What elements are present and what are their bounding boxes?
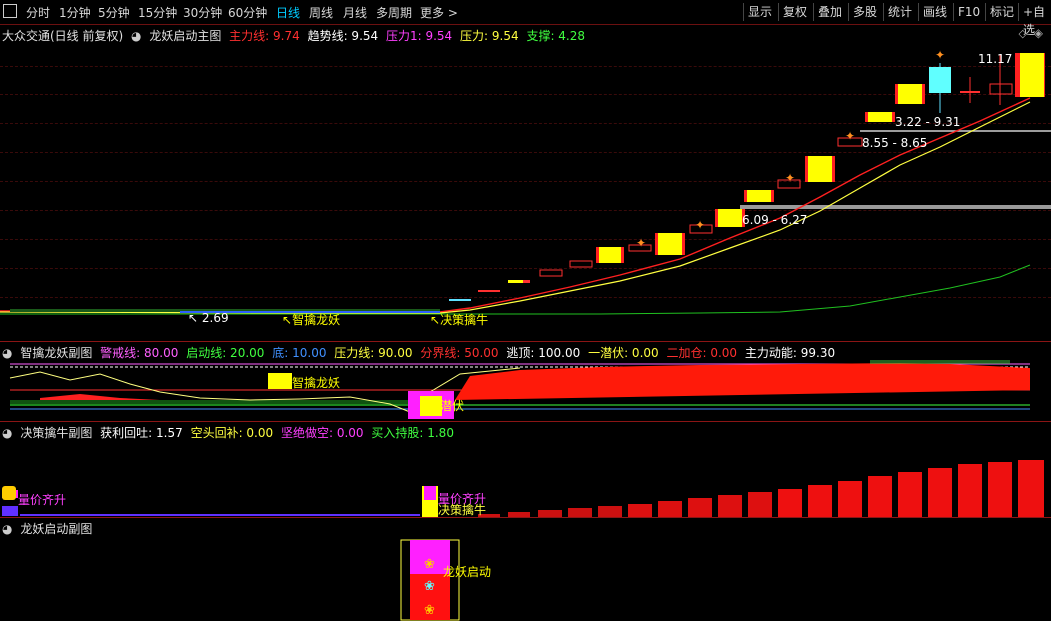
svg-text:✦: ✦ (636, 236, 646, 250)
main-chart-panel[interactable]: 大众交通(日线 前复权) ◕ 龙妖启动主图 主力线: 9.74 趋势线: 9.5… (0, 25, 1051, 340)
signal-label-1: ↖智擒龙妖 (282, 311, 340, 328)
period-1min[interactable]: 1分钟 (59, 4, 91, 21)
sub2-chart (2, 460, 1044, 518)
btn-f10[interactable]: F10 (953, 3, 984, 21)
low-price-value: 2.69 (201, 311, 229, 325)
range-label-3: 6.09 - 6.27 (742, 213, 808, 227)
sub2-signal-1: 量价齐升 (18, 493, 67, 507)
period-60min[interactable]: 60分钟 (228, 4, 267, 21)
btn-adjust[interactable]: 复权 (778, 3, 811, 21)
btn-mark[interactable]: 标记 (985, 3, 1018, 21)
sub1-chart (9, 360, 1030, 419)
period-15min[interactable]: 15分钟 (138, 4, 177, 21)
signal-text-1: 智擒龙妖 (292, 313, 341, 327)
btn-draw[interactable]: 画线 (918, 3, 951, 21)
period-more-label: 更多 (420, 6, 445, 20)
arrow-icon: ↖ (430, 313, 441, 327)
sub1-signal-2: 潜伏 (440, 399, 465, 413)
svg-text:✦: ✦ (935, 48, 945, 62)
period-30min[interactable]: 30分钟 (183, 4, 222, 21)
main-price-chart: ✦ ✦ ✦ ✦ ✦ (0, 48, 1051, 315)
btn-stats[interactable]: 统计 (883, 3, 916, 21)
high-price-label: 11.17 (978, 52, 1013, 66)
arrow-icon: ↖ (282, 313, 293, 327)
chevron-right-icon: > (444, 6, 458, 20)
range-label-1: 3.22 - 9.31 (895, 115, 961, 129)
low-price-label: ↖ 2.69 (188, 311, 229, 325)
btn-display[interactable]: 显示 (743, 3, 776, 21)
arrow-icon: ↖ (188, 311, 202, 325)
period-tick[interactable]: 分时 (26, 4, 50, 21)
svg-text:✦: ✦ (695, 218, 705, 232)
sub3-signal: 龙妖启动 (443, 565, 492, 579)
sub3-chart: ❀ ❀ ❀ (400, 539, 460, 621)
period-weekly[interactable]: 周线 (309, 4, 333, 21)
signal-text-2: 决策擒牛 (440, 313, 489, 327)
sub-panel-2[interactable]: ◕ 决策擒牛副图 获利回吐: 1.57 空头回补: 0.00 坚绝做空: 0.0… (0, 422, 1051, 518)
period-toolbar: 分时 1分钟 5分钟 15分钟 30分钟 60分钟 日线 周线 月线 多周期 更… (0, 0, 1051, 37)
svg-text:❀: ❀ (424, 557, 435, 572)
sub-panel-3[interactable]: ◕ 龙妖启动副图 ❀ ❀ ❀ 龙妖启动 (0, 518, 1051, 621)
btn-add-favorite[interactable]: +自选 (1018, 3, 1051, 37)
signal-label-2: ↖决策擒牛 (430, 311, 488, 328)
sub1-signal-1: 智擒龙妖 (292, 376, 341, 390)
btn-overlay[interactable]: 叠加 (813, 3, 846, 21)
svg-text:❀: ❀ (424, 603, 435, 618)
period-more[interactable]: 更多 > (420, 4, 458, 21)
period-5min[interactable]: 5分钟 (98, 4, 130, 21)
period-monthly[interactable]: 月线 (343, 4, 367, 21)
period-multi[interactable]: 多周期 (376, 4, 412, 21)
svg-text:✦: ✦ (845, 129, 855, 143)
sub2-signal-3: 决策擒牛 (438, 503, 487, 517)
toolbar-menu-icon[interactable] (3, 4, 17, 18)
period-daily[interactable]: 日线 (276, 4, 300, 21)
svg-text:❀: ❀ (424, 579, 435, 594)
svg-text:✦: ✦ (785, 171, 795, 185)
sub-panel-1[interactable]: ◕ 智擒龙妖副图 警戒线: 80.00 启动线: 20.00 底: 10.00 … (0, 342, 1051, 422)
btn-multistock[interactable]: 多股 (848, 3, 881, 21)
range-label-2: 8.55 - 8.65 (862, 136, 928, 150)
